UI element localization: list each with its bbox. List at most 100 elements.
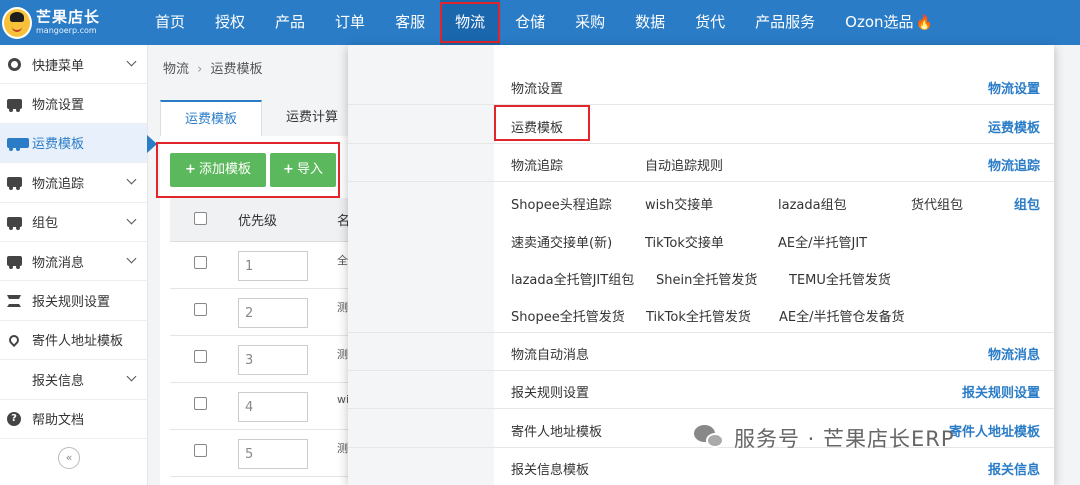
divider xyxy=(348,181,1054,182)
sidebar: 快捷菜单 物流设置 运费模板 物流追踪 组包 物流消息 报关规则设置 寄件人地址… xyxy=(0,45,157,485)
dd-link-ae-managed-jit[interactable]: AE全/半托管JIT xyxy=(778,232,867,251)
highlight-box xyxy=(494,105,590,141)
dd-link-auto-tracking-rules[interactable]: 自动追踪规则 xyxy=(645,155,723,174)
chevron-down-icon xyxy=(126,56,137,67)
nav-home[interactable]: 首页 xyxy=(140,0,200,45)
dd-link-tiktok-handover[interactable]: TikTok交接单 xyxy=(645,232,724,251)
select-all-checkbox[interactable] xyxy=(194,212,207,225)
row-checkbox[interactable] xyxy=(194,256,207,269)
bank-icon xyxy=(6,293,22,309)
dd-category-customs-rules: 报关规则设置 xyxy=(961,386,1040,401)
dd-link-logistics-settings[interactable]: 物流设置 xyxy=(511,78,563,97)
dd-link-ae-managed-warehouse[interactable]: AE全/半托管仓发备货 xyxy=(779,306,905,325)
priority-input[interactable]: 5 xyxy=(238,439,308,469)
wechat-icon xyxy=(694,425,726,451)
dd-link-lazada-pack[interactable]: lazada组包 xyxy=(778,194,847,213)
nav-product-services[interactable]: 产品服务 xyxy=(740,0,830,45)
fire-icon: 🔥 xyxy=(915,15,933,31)
dd-link-sender-address[interactable]: 寄件人地址模板 xyxy=(511,421,602,440)
priority-input[interactable]: 1 xyxy=(238,251,308,281)
divider xyxy=(348,408,1054,409)
table-row: 1 全 xyxy=(170,242,350,289)
template-name: 测 xyxy=(337,442,348,455)
dd-category-logistics-settings: 物流设置 xyxy=(987,82,1040,97)
mango-mascot-icon xyxy=(2,6,32,39)
logo-domain: mangoerp.com xyxy=(36,26,97,35)
truck-icon xyxy=(6,253,22,270)
nav-forwarder[interactable]: 货代 xyxy=(680,0,740,45)
sidebar-item-packaging[interactable]: 组包 xyxy=(0,203,147,242)
chevron-down-icon xyxy=(126,253,137,264)
dd-link-tracking[interactable]: 物流追踪 xyxy=(511,155,563,174)
sidebar-collapse-button[interactable]: « xyxy=(58,447,80,469)
dd-link-shein-managed[interactable]: Shein全托管发货 xyxy=(656,269,757,288)
row-checkbox[interactable] xyxy=(194,397,207,410)
priority-input[interactable]: 3 xyxy=(238,345,308,375)
dd-link-forwarder-pack[interactable]: 货代组包 xyxy=(911,194,963,213)
row-checkbox[interactable] xyxy=(194,350,207,363)
divider xyxy=(348,332,1054,333)
sidebar-item-shortcuts[interactable]: 快捷菜单 xyxy=(0,45,147,85)
template-name: 全 xyxy=(337,254,348,267)
sidebar-item-label: 报关信息 xyxy=(32,373,85,389)
nav-ozon-selection[interactable]: Ozon选品 🔥 xyxy=(830,0,948,45)
dd-link-auto-message[interactable]: 物流自动消息 xyxy=(511,344,589,363)
dd-category-freight-template: 运费模板 xyxy=(987,121,1040,136)
main-nav: 首页 授权 产品 订单 客服 物流 仓储 采购 数据 货代 产品服务 Ozon选… xyxy=(140,0,948,45)
dd-link-temu-managed[interactable]: TEMU全托管发货 xyxy=(789,269,891,288)
nav-purchase[interactable]: 采购 xyxy=(560,0,620,45)
sidebar-item-logistics-message[interactable]: 物流消息 xyxy=(0,242,147,282)
table-header: 优先级 名 xyxy=(170,198,350,242)
nav-orders[interactable]: 订单 xyxy=(320,0,380,45)
sidebar-item-sender-address[interactable]: 寄件人地址模板 xyxy=(0,321,147,361)
row-checkbox[interactable] xyxy=(194,444,207,457)
nav-ozon-label: Ozon选品 xyxy=(845,13,914,31)
nav-authorization[interactable]: 授权 xyxy=(200,0,260,45)
sidebar-item-customs-info[interactable]: 报关信息 xyxy=(0,360,147,400)
divider xyxy=(348,370,1054,371)
divider xyxy=(348,104,1054,105)
dd-category-logistics-tracking: 物流追踪 xyxy=(987,159,1040,174)
sidebar-item-customs-rules[interactable]: 报关规则设置 xyxy=(0,281,147,321)
nav-warehouse[interactable]: 仓储 xyxy=(500,0,560,45)
truck-icon xyxy=(6,135,22,151)
dd-link-aliexpress-handover[interactable]: 速卖通交接单(新) xyxy=(511,232,612,251)
logo[interactable]: 芒果店长 mangoerp.com xyxy=(0,0,140,45)
dd-link-lazada-managed-jit[interactable]: lazada全托管JIT组包 xyxy=(511,269,634,288)
sidebar-item-help[interactable]: ? 帮助文档 xyxy=(0,400,147,439)
sidebar-item-label: 帮助文档 xyxy=(32,413,85,429)
logistics-dropdown-menu: 物流设置 物流设置 运费模板 运费模板 物流追踪 物流追踪 自动追踪规则 组包 … xyxy=(348,45,1054,485)
sidebar-item-label: 物流追踪 xyxy=(32,176,85,192)
priority-input[interactable]: 2 xyxy=(238,298,308,328)
sidebar-item-logistics-tracking[interactable]: 物流追踪 xyxy=(0,163,147,203)
dd-link-tiktok-managed[interactable]: TikTok全托管发货 xyxy=(646,306,751,325)
breadcrumb-root[interactable]: 物流 xyxy=(163,62,189,77)
priority-input[interactable]: 4 xyxy=(238,392,308,422)
breadcrumb: 物流 › 运费模板 xyxy=(163,58,263,77)
sidebar-item-freight-template[interactable]: 运费模板 xyxy=(0,123,157,164)
sidebar-item-label: 寄件人地址模板 xyxy=(32,334,124,350)
import-button[interactable]: + 导入 xyxy=(270,153,336,187)
location-pin-icon xyxy=(6,332,22,348)
dd-link-shopee-managed[interactable]: Shopee全托管发货 xyxy=(511,306,625,325)
nav-products[interactable]: 产品 xyxy=(260,0,320,45)
nav-logistics[interactable]: 物流 xyxy=(440,0,501,45)
nav-customer-service[interactable]: 客服 xyxy=(380,0,440,45)
dd-link-customs-rules[interactable]: 报关规则设置 xyxy=(511,382,589,401)
dd-link-customs-info-template[interactable]: 报关信息模板 xyxy=(511,459,589,478)
dd-link-shopee-first-leg[interactable]: Shopee头程追踪 xyxy=(511,194,612,213)
sidebar-item-label: 物流设置 xyxy=(32,98,85,114)
watermark-text: 服务号 · 芒果店长ERP xyxy=(734,427,955,451)
nav-data[interactable]: 数据 xyxy=(620,0,680,45)
dd-link-wish-handover[interactable]: wish交接单 xyxy=(645,194,713,213)
add-template-button[interactable]: + 添加模板 xyxy=(170,153,266,187)
row-checkbox[interactable] xyxy=(194,303,207,316)
template-name: 测 xyxy=(337,348,348,361)
gear-icon xyxy=(6,56,22,72)
tab-freight-template[interactable]: 运费模板 xyxy=(160,100,263,136)
sidebar-item-label: 物流消息 xyxy=(32,255,85,271)
sidebar-item-label: 组包 xyxy=(32,216,59,232)
plus-icon: + xyxy=(185,162,196,177)
sidebar-item-logistics-settings[interactable]: 物流设置 xyxy=(0,84,147,124)
dropdown-category-column xyxy=(348,45,494,485)
